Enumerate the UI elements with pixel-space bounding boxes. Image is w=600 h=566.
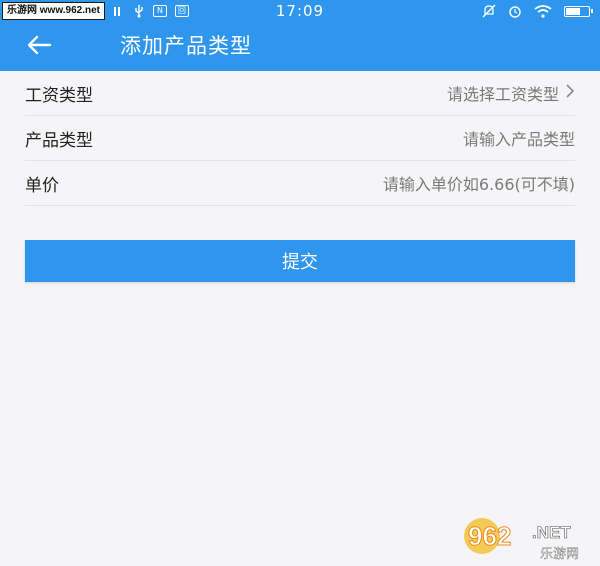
unit-price-label: 单价 (25, 175, 59, 196)
watermark-logo: 962 .NET 乐游网 (460, 512, 595, 562)
wage-type-placeholder: 请选择工资类型 (446, 85, 559, 104)
product-type-label: 产品类型 (25, 130, 93, 151)
product-type-row[interactable]: 产品类型 请输入产品类型 (25, 116, 575, 161)
unit-price-row[interactable]: 单价 请输入单价如6.66(可不填) (25, 161, 575, 206)
chevron-right-icon (565, 83, 575, 104)
wage-type-label: 工资类型 (25, 85, 93, 106)
app-bar: 添加产品类型 (0, 22, 600, 71)
back-button[interactable] (26, 22, 70, 71)
logo-subtitle: 乐游网 (540, 547, 579, 562)
arrow-left-icon (26, 35, 52, 59)
logo-suffix: .NET (532, 523, 571, 542)
product-type-form: 工资类型 请选择工资类型 产品类型 请输入产品类型 单价 请输入单价如6.66(… (0, 71, 600, 206)
product-type-input[interactable]: 请输入产品类型 (463, 126, 575, 150)
page-title: 添加产品类型 (120, 34, 252, 58)
alarm-icon (508, 4, 522, 18)
unit-price-input[interactable]: 请输入单价如6.66(可不填) (383, 171, 575, 195)
battery-icon (564, 5, 593, 17)
wage-type-select[interactable]: 请选择工资类型 (447, 81, 575, 105)
status-bar: 乐游网 www.962.net N 回 17:09 (0, 0, 600, 22)
mute-icon (482, 4, 496, 18)
submit-button[interactable]: 提交 (25, 240, 575, 282)
wage-type-row[interactable]: 工资类型 请选择工资类型 (25, 71, 575, 116)
wifi-icon (534, 4, 552, 18)
logo-brand: 962 (468, 521, 511, 551)
